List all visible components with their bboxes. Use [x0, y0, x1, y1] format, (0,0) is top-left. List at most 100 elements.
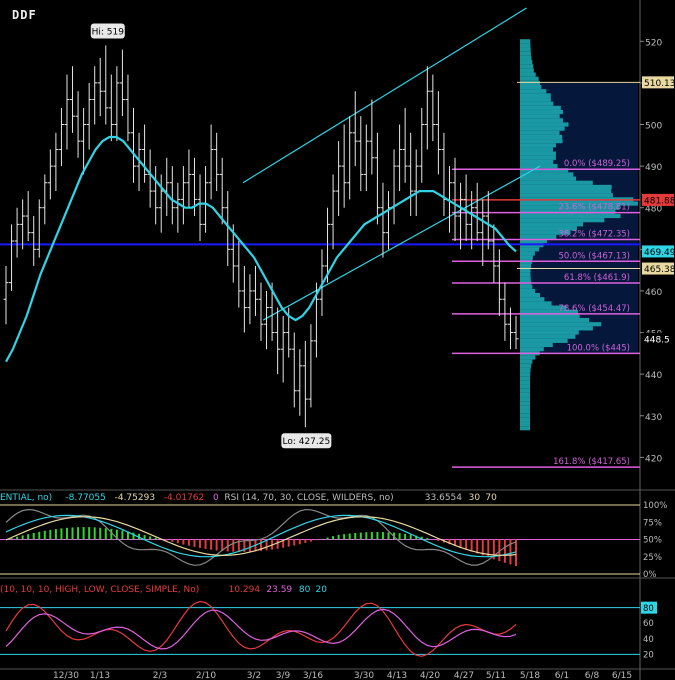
- hi-label: Hi: 519: [92, 27, 125, 37]
- volume-profile-bar: [520, 64, 534, 69]
- macd-rsi-panel: 100% 75% 50% 25% 0% ENTIAL, no) -8.77055 -4.752…: [0, 493, 667, 580]
- volume-profile-bar: [520, 322, 602, 327]
- fib-level-label: 50.0% ($467.13): [559, 251, 631, 261]
- x-tick-label: 3/9: [276, 671, 291, 680]
- y-tick-label: 500: [645, 122, 662, 132]
- stoch-header-text: 10.294: [229, 585, 261, 595]
- volume-profile-bar: [520, 114, 560, 119]
- price-label: 465.38: [644, 265, 675, 275]
- fib-level-label: 23.6% ($478.81): [559, 203, 631, 213]
- rsi-line: [5, 508, 517, 566]
- osc-header-text: 30: [469, 493, 481, 503]
- volume-profile-bar: [520, 334, 576, 339]
- volume-profile-bar: [520, 76, 539, 81]
- volume-profile-bar: [520, 101, 554, 106]
- volume-profile-bar: [520, 376, 531, 381]
- osc-header-text: -4.01762: [164, 493, 204, 503]
- fib-level-label: 161.8% ($417.65): [553, 457, 630, 467]
- price-label: 469.49: [644, 248, 675, 258]
- volume-profile-bar: [520, 51, 531, 56]
- volume-profile-bar: [520, 397, 531, 402]
- volume-profile-bar: [520, 55, 532, 61]
- fib-level-label: 78.6% ($454.47): [559, 304, 631, 314]
- volume-profile-bar: [520, 288, 536, 294]
- volume-profile-bar: [520, 47, 531, 52]
- volume-profile-bar: [520, 363, 532, 368]
- volume-profile-bar: [520, 134, 563, 140]
- volume-profile-bar: [520, 384, 531, 389]
- x-tick-label: 3/30: [354, 671, 374, 680]
- volume-profile-bar: [520, 68, 534, 73]
- x-tick-label: 5/18: [520, 671, 540, 680]
- price-label: 448.5: [644, 335, 670, 345]
- volume-profile-bar: [520, 247, 540, 252]
- x-tick-label: 3/16: [303, 671, 323, 680]
- ticker-symbol: DDF: [12, 8, 37, 22]
- volume-profile-bar: [520, 293, 541, 298]
- volume-profile-bar: [520, 355, 536, 360]
- price-panel: 4204304404504604704804905005105200.0% ($…: [0, 0, 675, 680]
- volume-profile-bar: [520, 193, 613, 198]
- volume-profile-bar: [520, 405, 530, 410]
- volume-profile-bar: [520, 330, 579, 335]
- volume-profile-bar: [520, 276, 531, 281]
- y-tick-label: 520: [645, 38, 662, 48]
- y-tick-label: 420: [645, 454, 662, 464]
- x-tick-label: 5/11: [486, 671, 506, 680]
- volume-profile-bar: [520, 151, 556, 156]
- price-label: 510.13: [644, 79, 675, 89]
- volume-profile-bar: [520, 284, 533, 289]
- volume-profile-bar: [520, 380, 531, 385]
- x-tick-label: 6/15: [612, 671, 632, 680]
- x-tick-label: 2/3: [153, 671, 167, 680]
- volume-profile-bar: [520, 105, 561, 110]
- volume-profile-bar: [520, 72, 536, 77]
- osc-y-label: 100%: [643, 501, 667, 511]
- osc-y-label: 0%: [643, 570, 657, 580]
- price-label: 481.88: [644, 196, 675, 206]
- stock-chart: 4204304404504604704804905005105200.0% ($…: [0, 0, 675, 680]
- x-tick-label: 12/30: [53, 671, 79, 680]
- fib-level-label: 0.0% ($489.25): [564, 159, 630, 169]
- volume-profile-bar: [520, 176, 577, 181]
- volume-profile-bar: [520, 159, 554, 165]
- fib-level-label: 61.8% ($461.9): [564, 273, 630, 283]
- volume-profile-bar: [520, 326, 593, 331]
- volume-profile-bar: [520, 417, 530, 422]
- x-tick-label: 4/13: [387, 671, 407, 680]
- channel-lower-line: [262, 165, 541, 321]
- volume-profile-bar: [520, 342, 553, 348]
- volume-profile-bar: [520, 130, 560, 135]
- y-tick-label: 430: [645, 413, 662, 423]
- volume-profile-bar: [520, 359, 533, 364]
- x-tick-label: 2/10: [196, 671, 216, 680]
- volume-profile-bar: [520, 126, 565, 131]
- x-tick-label: 1/13: [90, 671, 110, 680]
- volume-profile-bar: [520, 93, 551, 98]
- stoch-y-label: 40: [643, 635, 654, 645]
- osc-header-text: RSI (14, 70, 30, CLOSE, WILDERS, no): [224, 493, 393, 503]
- osc-header-text: -4.75293: [115, 493, 155, 503]
- volume-profile-bar: [520, 218, 605, 223]
- volume-profile-bar: [520, 263, 532, 269]
- lo-label: Lo: 427.25: [282, 437, 330, 447]
- osc-header-text: -8.77055: [65, 493, 105, 503]
- stoch-header-text: 23.59: [266, 585, 292, 595]
- volume-profile-bar: [520, 392, 531, 398]
- stoch-header-text: (10, 10, 10, HIGH, LOW, CLOSE, SIMPLE, N…: [0, 585, 199, 595]
- volume-profile-bar: [520, 255, 533, 260]
- volume-profile-bar: [520, 426, 530, 431]
- fib-level-label: 100.0% ($445): [567, 343, 630, 353]
- volume-profile-bar: [520, 222, 584, 227]
- volume-profile-bar: [520, 367, 531, 373]
- osc-header-text: ENTIAL, no): [0, 493, 52, 503]
- volume-profile-bar: [520, 234, 557, 239]
- y-tick-label: 460: [645, 288, 662, 298]
- volume-profile-bar: [520, 43, 531, 48]
- volume-profile-bar: [520, 301, 552, 306]
- volume-profile-bar: [520, 213, 621, 219]
- volume-profile-bar: [520, 251, 535, 256]
- x-tick-label: 6/8: [585, 671, 600, 680]
- osc-y-label: 25%: [643, 553, 662, 563]
- volume-profile-bar: [520, 60, 533, 65]
